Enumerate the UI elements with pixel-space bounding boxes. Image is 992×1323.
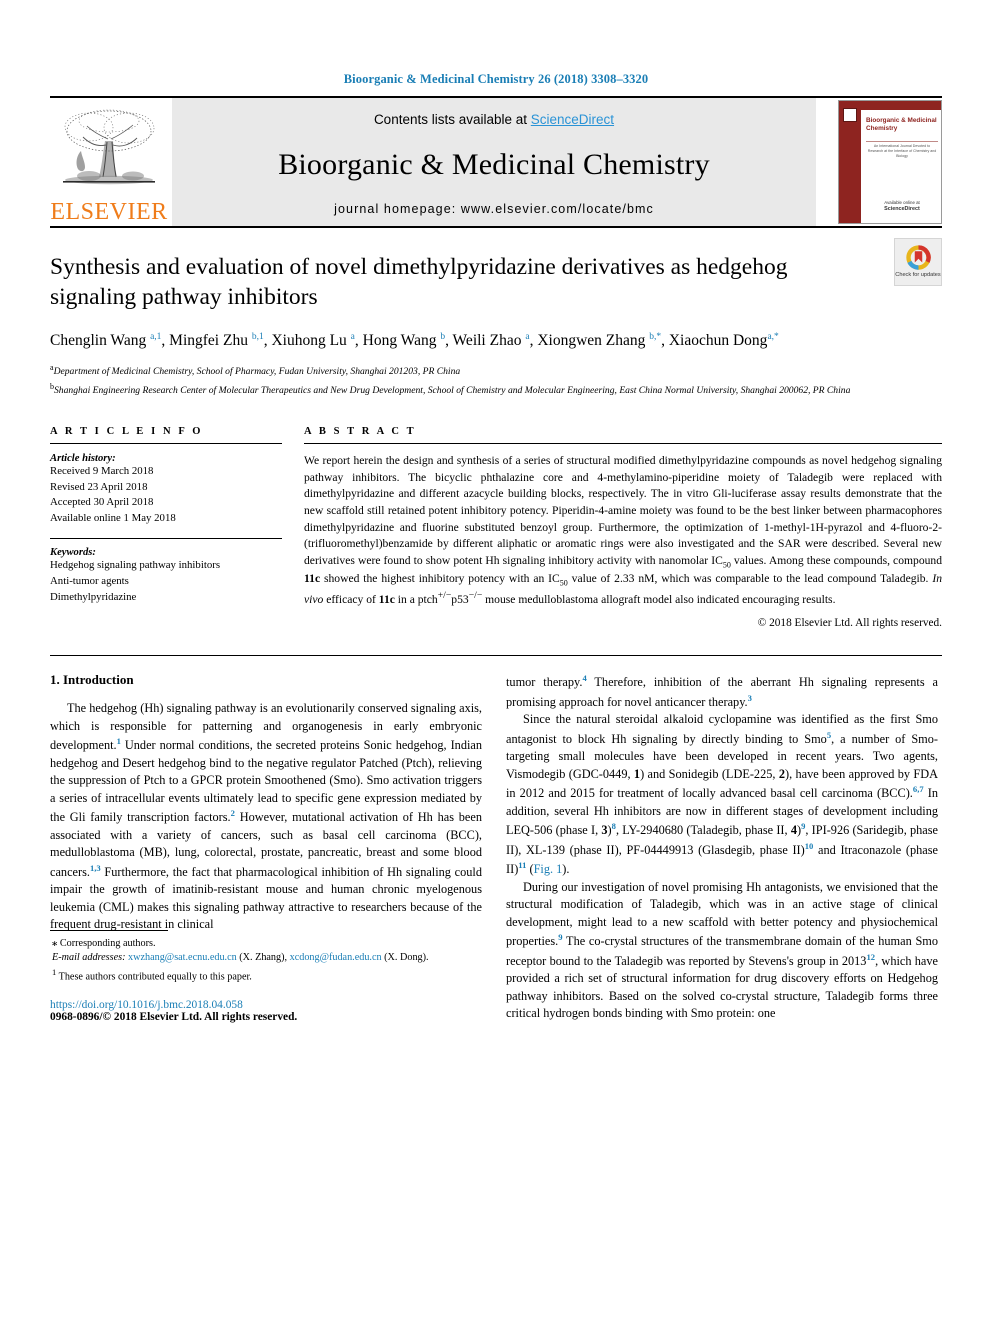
journal-title: Bioorganic & Medicinal Chemistry	[278, 147, 710, 181]
abstract-column: A B S T R A C T We report herein the des…	[304, 426, 942, 629]
footnote-corresponding: ⁎ Corresponding authors.	[52, 937, 156, 949]
article-info-column: A R T I C L E I N F O Article history: R…	[50, 426, 282, 629]
abstract-text: We report herein the design and synthesi…	[304, 453, 943, 606]
elsevier-tree-icon	[63, 109, 155, 185]
journal-masthead: ELSEVIER Contents lists available at Sci…	[50, 98, 942, 226]
article-info-heading: A R T I C L E I N F O	[50, 425, 204, 437]
keywords-rule	[50, 538, 282, 540]
section-heading-introduction: 1. Introduction	[50, 672, 134, 688]
affiliation-a: aDepartment of Medicinal Chemistry, Scho…	[50, 362, 880, 379]
article-page: Bioorganic & Medicinal Chemistry 26 (201…	[0, 0, 992, 1323]
article-info-rule	[50, 442, 282, 444]
footnote-block: ⁎ Corresponding authors. E-mail addresse…	[50, 929, 482, 1023]
body-separator-rule	[50, 655, 942, 657]
body-right-column: tumor therapy.4 Therefore, inhibition of…	[506, 672, 938, 1022]
body-left-column: 1. Introduction The hedgehog (Hh) signal…	[50, 672, 482, 1023]
running-head: Bioorganic & Medicinal Chemistry 26 (201…	[343, 72, 649, 86]
doi-link[interactable]: https://doi.org/10.1016/j.bmc.2018.04.05…	[50, 999, 482, 1011]
body-columns: 1. Introduction The hedgehog (Hh) signal…	[50, 672, 942, 1023]
affiliation-b-text: Shanghai Engineering Research Center of …	[54, 384, 851, 396]
intro-paragraph-left: The hedgehog (Hh) signaling pathway is a…	[50, 701, 482, 931]
cover-subtitle: An International Journal Devoted to Rese…	[867, 144, 937, 158]
contents-line: Contents lists available at ScienceDirec…	[374, 112, 614, 127]
affiliation-a-text: Department of Medicinal Chemistry, Schoo…	[53, 366, 461, 378]
keyword-1: Hedgehog signaling pathway inhibitors	[50, 559, 221, 572]
article-history-accepted: Accepted 30 April 2018	[50, 496, 154, 509]
cover-title: Bioorganic & Medicinal Chemistry	[866, 117, 937, 132]
footnote-rule	[50, 929, 168, 931]
footnote-emails: E-mail addresses: xwzhang@sat.ecnu.edu.c…	[52, 952, 429, 964]
keywords-label: Keywords:	[50, 547, 96, 559]
article-history-received: Received 9 March 2018	[50, 464, 154, 477]
cover-rule	[866, 141, 938, 142]
intro-paragraph-right-1: tumor therapy.4 Therefore, inhibition of…	[506, 673, 938, 709]
cover-bottom-label: Available online at	[884, 200, 920, 206]
cover-bottom: Available online at ScienceDirect	[866, 200, 938, 214]
sciencedirect-link[interactable]: ScienceDirect	[531, 112, 614, 127]
info-abstract-region: A R T I C L E I N F O Article history: R…	[50, 426, 942, 629]
cover-top-bar	[861, 101, 941, 110]
cover-spine-logo	[843, 108, 857, 122]
journal-homepage-link[interactable]: journal homepage: www.elsevier.com/locat…	[334, 202, 654, 216]
issn-copyright-line: 0968-0896/© 2018 Elsevier Ltd. All right…	[50, 1010, 298, 1023]
abstract-heading: A B S T R A C T	[304, 425, 417, 437]
article-history-label: Article history:	[50, 452, 116, 464]
page-title: Synthesis and evaluation of novel dimeth…	[50, 254, 788, 311]
article-history-online: Available online 1 May 2018	[50, 511, 176, 524]
abstract-rule	[304, 442, 942, 444]
masthead-center-panel: Contents lists available at ScienceDirec…	[172, 98, 816, 226]
crossmark-icon	[905, 245, 931, 270]
crossmark-badge[interactable]: Check for updates	[894, 238, 942, 286]
intro-paragraph-right-2: Since the natural steroidal alkaloid cyc…	[506, 712, 938, 877]
keyword-2: Anti-tumor agents	[50, 575, 129, 588]
title-block: Synthesis and evaluation of novel dimeth…	[50, 228, 942, 398]
journal-cover-thumbnail: Bioorganic & Medicinal Chemistry An Inte…	[824, 98, 942, 226]
affiliation-b: bShanghai Engineering Research Center of…	[50, 381, 880, 398]
abstract-copyright: © 2018 Elsevier Ltd. All rights reserved…	[757, 617, 942, 630]
intro-paragraph-right-3: During our investigation of novel promis…	[506, 879, 938, 1021]
author-list: Chenglin Wang a,1, Mingfei Zhu b,1, Xiuh…	[50, 332, 779, 350]
elsevier-wordmark: ELSEVIER	[50, 199, 168, 225]
footnote-equal-contribution: 1 These authors contributed equally to t…	[52, 966, 252, 983]
elsevier-logo: ELSEVIER	[50, 98, 168, 226]
contents-prefix: Contents lists available at	[373, 112, 531, 127]
crossmark-label: Check for updates	[895, 272, 941, 279]
cover-bottom-brand: ScienceDirect	[884, 206, 920, 213]
keyword-3: Dimethylpyridazine	[50, 590, 137, 603]
article-history-revised: Revised 23 April 2018	[50, 480, 148, 493]
